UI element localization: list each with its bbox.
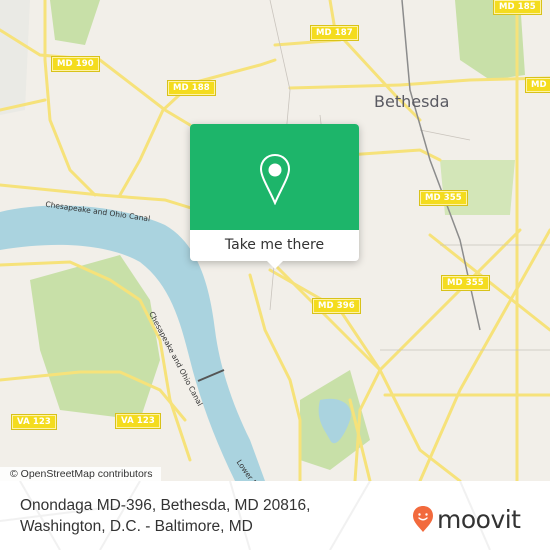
- take-me-there-button[interactable]: Take me there: [190, 230, 359, 261]
- location-popup[interactable]: Take me there: [190, 124, 359, 269]
- map-view[interactable]: MD 190 MD 188 MD 187 MD 185 MD 355 MD 35…: [0, 0, 550, 481]
- road-shield-md-355: MD 355: [441, 275, 490, 291]
- park-area: [0, 0, 30, 115]
- moovit-logo[interactable]: moovit: [412, 505, 521, 533]
- road-shield-md-187: MD 187: [310, 25, 359, 41]
- road-shield-va-123: VA 123: [11, 414, 57, 430]
- road-shield-md: MD: [525, 77, 550, 93]
- map-pin-icon: [259, 153, 291, 205]
- location-address: Onondaga MD-396, Bethesda, MD 20816, Was…: [20, 495, 310, 537]
- city-label-bethesda: Bethesda: [374, 92, 450, 111]
- map-attribution[interactable]: © OpenStreetMap contributors: [0, 467, 161, 481]
- road-shield-md-190: MD 190: [51, 56, 100, 72]
- park-area: [30, 255, 160, 420]
- popup-header[interactable]: [190, 124, 359, 230]
- moovit-pin-icon: [413, 506, 433, 532]
- park-area: [440, 160, 515, 215]
- road-shield-va-123: VA 123: [115, 413, 161, 429]
- popup-pointer: [267, 261, 283, 269]
- park-area: [50, 0, 100, 45]
- road-shield-md-396: MD 396: [312, 298, 361, 314]
- road-shield-md-185: MD 185: [493, 0, 542, 15]
- address-line-1: Onondaga MD-396, Bethesda, MD 20816,: [20, 497, 311, 514]
- moovit-wordmark: moovit: [437, 504, 521, 534]
- address-line-2: Washington, D.C. - Baltimore, MD: [20, 518, 253, 535]
- road-shield-md-188: MD 188: [167, 80, 216, 96]
- road-shield-md-355: MD 355: [419, 190, 468, 206]
